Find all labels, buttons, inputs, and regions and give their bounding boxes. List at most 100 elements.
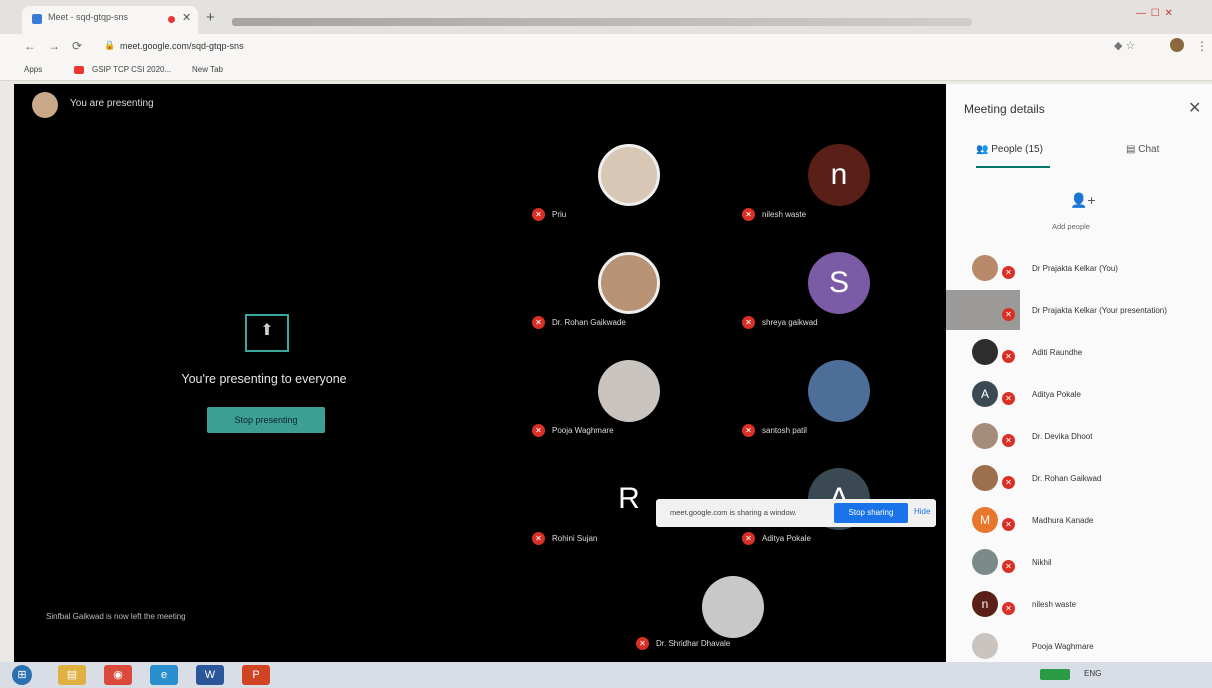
stop-sharing-button[interactable]: Stop sharing (834, 503, 908, 523)
participant-name: Madhura Kanade (1032, 516, 1094, 525)
bookmark-newtab[interactable]: New Tab (192, 65, 223, 74)
mic-muted-icon: ✕ (532, 316, 545, 329)
profile-icon[interactable] (1170, 38, 1184, 52)
reload-icon[interactable]: ⟳ (72, 39, 82, 53)
mic-muted-icon: ✕ (742, 532, 755, 545)
sharing-text: meet.google.com is sharing a window. (670, 508, 797, 517)
participant-name: Dr. Shridhar Dhavale (656, 639, 731, 648)
tab-close-icon[interactable]: ✕ (182, 11, 191, 24)
menu-icon[interactable]: ⋮ (1196, 39, 1208, 53)
mic-muted-icon: ✕ (532, 532, 545, 545)
add-person-icon[interactable]: 👤+ (1070, 192, 1096, 209)
chrome-icon[interactable]: ◉ (104, 665, 132, 685)
list-item[interactable]: Pooja Waghmare (946, 628, 1212, 662)
powerpoint-icon[interactable]: P (242, 665, 270, 685)
address-bar: ← → ⟳ 🔒 meet.google.com/sqd-gtqp-sns ◆ ☆… (0, 34, 1212, 60)
battery-icon (1040, 669, 1070, 680)
sharing-notification: meet.google.com is sharing a window. Sto… (656, 499, 936, 527)
avatar (972, 549, 998, 575)
avatar (972, 633, 998, 659)
panel-title: Meeting details (964, 102, 1045, 116)
mic-muted-icon: ✕ (1002, 476, 1015, 489)
list-item[interactable]: ✕ Dr. Rohan Gaikwad (946, 460, 1212, 502)
back-icon[interactable]: ← (24, 39, 36, 53)
participant-name: shreya gaikwad (762, 318, 818, 327)
participant-name: Dr Prajakta Kelkar (You) (1032, 264, 1118, 273)
participant-name: Pooja Waghmare (552, 426, 614, 435)
upload-arrow-icon: ⬆ (260, 322, 274, 339)
mic-muted-icon: ✕ (532, 208, 545, 221)
close-icon[interactable]: ✕ (1188, 98, 1201, 118)
list-item[interactable]: ✕ Aditi Raundhe (946, 334, 1212, 376)
avatar (972, 339, 998, 365)
participant-name: Pooja Waghmare (1032, 642, 1094, 651)
stop-presenting-button[interactable]: Stop presenting (207, 407, 325, 433)
tray-language[interactable]: ENG (1084, 669, 1101, 678)
tab-title: Meet - sqd-gtqp-sns (48, 12, 129, 22)
avatar: n (972, 591, 998, 617)
mic-muted-icon: ✕ (532, 424, 545, 437)
taskbar: ⊞ ▤ ◉ e W P ENG (0, 662, 1212, 688)
mic-muted-icon: ✕ (1002, 434, 1015, 447)
tab-people-label: People (15) (991, 144, 1043, 155)
hide-button[interactable]: Hide (914, 507, 930, 516)
list-item[interactable]: n ✕ nilesh waste (946, 586, 1212, 628)
avatar (972, 465, 998, 491)
window-controls[interactable]: — ☐ ✕ (1136, 8, 1174, 19)
mic-muted-icon: ✕ (1002, 518, 1015, 531)
participant-name: Aditya Pokale (762, 534, 811, 543)
mic-muted-icon: ✕ (1002, 602, 1015, 615)
participant-name: Nikhil (1032, 558, 1052, 567)
tab-people[interactable]: 👥 People (15) (976, 144, 1043, 155)
edge-icon[interactable]: e (150, 665, 178, 685)
url-text: meet.google.com/sqd-gtqp-sns (120, 41, 244, 51)
new-tab-button[interactable]: + (206, 9, 215, 26)
lock-icon: 🔒 (104, 40, 116, 50)
add-people-label[interactable]: Add people (1052, 222, 1090, 231)
present-screen-icon: ⬆ (245, 314, 289, 352)
list-item[interactable]: ✕ Nikhil (946, 544, 1212, 586)
forward-icon[interactable]: → (48, 39, 60, 53)
list-item[interactable]: ✕ Dr Prajakta Kelkar (Your presentation) (946, 292, 1212, 334)
omnibox[interactable]: 🔒 meet.google.com/sqd-gtqp-sns (98, 37, 1098, 57)
avatar: R (598, 468, 660, 530)
participant-name: Aditya Pokale (1032, 390, 1081, 399)
tab-chat-label: Chat (1138, 144, 1160, 155)
list-item[interactable]: M ✕ Madhura Kanade (946, 502, 1212, 544)
file-explorer-icon[interactable]: ▤ (58, 665, 86, 685)
participant-name: Dr. Devika Dhoot (1032, 432, 1093, 441)
mic-muted-icon: ✕ (1002, 560, 1015, 573)
bookmark-gsip[interactable]: GSIP TCP CSI 2020... (92, 65, 171, 74)
start-button[interactable]: ⊞ (12, 665, 32, 685)
tab-chat[interactable]: ▤ Chat (1126, 144, 1159, 155)
list-item[interactable]: ✕ Dr Prajakta Kelkar (You) (946, 250, 1212, 292)
avatar: S (808, 252, 870, 314)
browser-tab[interactable]: Meet - sqd-gtqp-sns ✕ (22, 6, 198, 34)
presenting-message: You're presenting to everyone (181, 372, 347, 386)
participant-tile[interactable] (598, 144, 758, 224)
meeting-details-panel: Meeting details ✕ 👥 People (15) ▤ Chat 👤… (946, 84, 1212, 662)
list-item[interactable]: A ✕ Aditya Pokale (946, 376, 1212, 418)
participant-name: Rohini Sujan (552, 534, 598, 543)
people-icon: 👥 (976, 144, 992, 155)
active-tab-indicator (976, 166, 1050, 168)
list-item[interactable]: ✕ Dr. Devika Dhoot (946, 418, 1212, 460)
mic-muted-icon: ✕ (742, 424, 755, 437)
avatar (972, 423, 998, 449)
bookmark-apps[interactable]: Apps (24, 65, 42, 74)
mic-muted-icon: ✕ (1002, 350, 1015, 363)
mic-muted-icon: ✕ (636, 637, 649, 650)
avatar (598, 144, 660, 206)
mic-muted-icon: ✕ (1002, 392, 1015, 405)
avatar: n (808, 144, 870, 206)
recording-dot-icon (168, 16, 175, 23)
participant-name: nilesh waste (1032, 600, 1077, 609)
extensions-icon[interactable]: ◆ ☆ (1114, 39, 1135, 52)
browser-tabbar: Meet - sqd-gtqp-sns ✕ + — ☐ ✕ (0, 0, 1212, 34)
word-icon[interactable]: W (196, 665, 224, 685)
avatar: M (972, 507, 998, 533)
youtube-icon (74, 66, 84, 74)
participant-name: Priu (552, 210, 567, 219)
mic-muted-icon: ✕ (1002, 308, 1015, 321)
bookmarks-bar: Apps GSIP TCP CSI 2020... New Tab (0, 60, 1212, 81)
